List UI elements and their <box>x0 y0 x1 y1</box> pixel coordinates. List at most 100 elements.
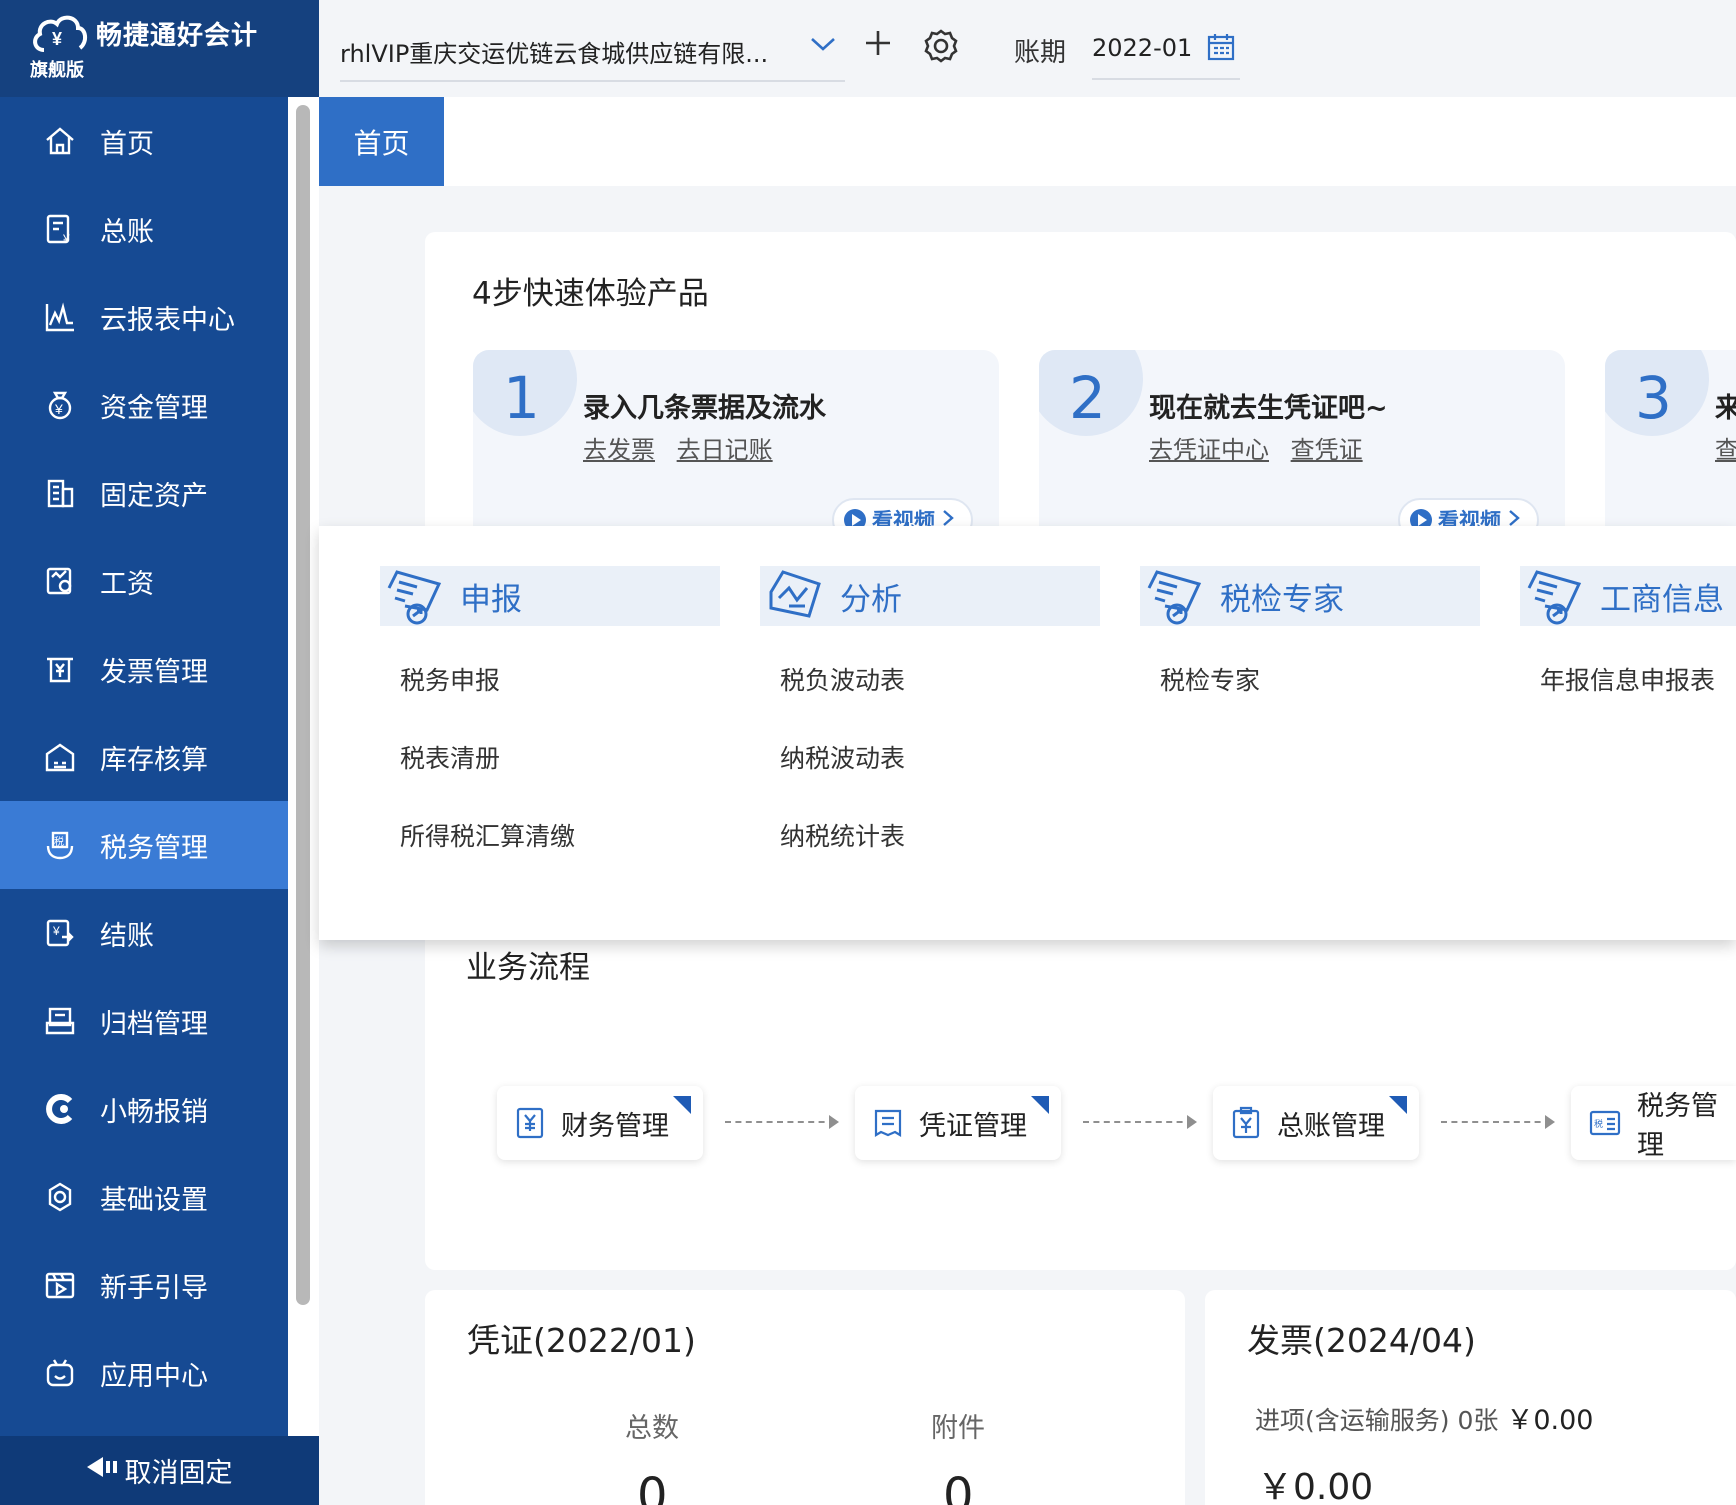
tax-check-icon <box>1140 566 1210 626</box>
sidebar-item-closing[interactable]: ¥ 结账 <box>0 889 288 977</box>
menu-item-annual-report[interactable]: 年报信息申报表 <box>1520 640 1736 718</box>
voucher-total-value[interactable]: 0 <box>637 1468 668 1505</box>
go-journal-link[interactable]: 去日记账 <box>677 436 773 464</box>
settings-icon <box>42 1179 78 1215</box>
menu-item-income-tax-settlement[interactable]: 所得税汇算清缴 <box>380 796 720 874</box>
step-number: 3 <box>1635 364 1672 432</box>
guide-icon <box>42 1267 78 1303</box>
warehouse-icon <box>42 739 78 775</box>
svg-text:¥: ¥ <box>52 29 62 49</box>
app-edition: 旗舰版 <box>30 60 84 81</box>
sidebar-item-reports[interactable]: 云报表中心 <box>0 273 288 361</box>
sidebar-item-label: 总账 <box>100 216 154 248</box>
tab-bar: 首页 <box>319 97 1736 186</box>
svg-text:税: 税 <box>54 835 64 848</box>
money-bag-icon: ¥ <box>42 387 78 423</box>
sidebar-scrollbar-thumb[interactable] <box>296 105 310 1305</box>
menu-item-tax-burden-fluctuation[interactable]: 税负波动表 <box>760 640 1100 718</box>
sidebar-item-funds[interactable]: ¥ 资金管理 <box>0 361 288 449</box>
flow-arrow <box>725 1115 839 1129</box>
step-card-3: 3 来 查 <box>1605 350 1736 550</box>
menu-item-tax-declaration[interactable]: 税务申报 <box>380 640 720 718</box>
invoice-input-label: 进项(含运输服务) 0张 <box>1255 1406 1499 1435</box>
app-logo[interactable]: ¥ 畅捷通好会计 旗舰版 <box>0 0 319 97</box>
sidebar-item-label: 云报表中心 <box>100 304 235 336</box>
step-links: 查 <box>1715 430 1736 465</box>
step-links: 去发票 去日记账 <box>583 430 787 465</box>
sidebar-item-archive[interactable]: 归档管理 <box>0 977 288 1065</box>
voucher-icon <box>873 1106 903 1140</box>
sidebar-item-app-center[interactable]: 应用中心 <box>0 1329 288 1417</box>
invoice-card-title: 发票(2024/04) <box>1247 1321 1476 1360</box>
flow-node-tax[interactable]: 税 税务管理 <box>1571 1086 1736 1160</box>
chart-icon <box>42 299 78 335</box>
sidebar: ¥ 畅捷通好会计 旗舰版 首页 ¥ 总账 云报表中心 ¥ 资金管理 固定资产 工 <box>0 0 319 1505</box>
flow-arrow <box>1441 1115 1555 1129</box>
voucher-attachments-value[interactable]: 0 <box>943 1468 974 1505</box>
svg-text:¥: ¥ <box>54 401 63 417</box>
analysis-icon <box>760 566 830 626</box>
salary-icon <box>42 563 78 599</box>
cloud-logo-icon: ¥ <box>30 12 88 54</box>
step-card-2: 2 现在就去生凭证吧~ 去凭证中心 查凭证 看视频 <box>1039 350 1565 550</box>
flow-node-finance[interactable]: 财务管理 <box>497 1086 703 1160</box>
sidebar-item-tax[interactable]: 税 税务管理 <box>0 801 288 889</box>
go-invoice-link[interactable]: 去发票 <box>583 436 655 464</box>
tax-icon: 税 <box>42 827 78 863</box>
svg-text:税: 税 <box>1594 1118 1603 1129</box>
sidebar-item-inventory[interactable]: 库存核算 <box>0 713 288 801</box>
sidebar-nav: 首页 ¥ 总账 云报表中心 ¥ 资金管理 固定资产 工资 发票管理 库存核算 税… <box>0 97 288 1417</box>
invoice-input-line: 进项(含运输服务) 0张 ￥0.00 <box>1255 1398 1593 1437</box>
period-picker[interactable]: 2022-01 <box>1092 28 1240 80</box>
company-selector[interactable]: rhlVIP重庆交运优链云食城供应链有限... <box>340 28 845 82</box>
sidebar-item-label: 固定资产 <box>100 480 208 512</box>
flow-title: 业务流程 <box>466 950 590 986</box>
corner-flag-icon <box>1031 1096 1049 1114</box>
menu-column-title: 分析 <box>840 581 902 618</box>
app-name: 畅捷通好会计 <box>96 20 259 51</box>
menu-item-tax-forms-list[interactable]: 税表清册 <box>380 718 720 796</box>
sidebar-item-invoices[interactable]: 发票管理 <box>0 625 288 713</box>
flow-node-label: 财务管理 <box>561 1110 669 1142</box>
period-value: 2022-01 <box>1092 34 1193 62</box>
flow-node-label: 税务管理 <box>1637 1091 1718 1160</box>
step-title: 来 <box>1715 393 1736 424</box>
pin-arrow-icon <box>86 1455 121 1486</box>
ledger-icon <box>1231 1106 1261 1140</box>
view-voucher-link[interactable]: 查凭证 <box>1291 436 1363 464</box>
step-link[interactable]: 查 <box>1715 436 1736 464</box>
flow-node-ledger[interactable]: 总账管理 <box>1213 1086 1419 1160</box>
add-icon[interactable] <box>863 26 893 67</box>
menu-item-tax-statistics[interactable]: 纳税统计表 <box>760 796 1100 874</box>
period-label: 账期 <box>1014 38 1067 68</box>
sidebar-item-label: 新手引导 <box>100 1272 208 1304</box>
gear-icon[interactable] <box>923 28 959 68</box>
chevron-down-icon <box>809 32 837 60</box>
tab-home[interactable]: 首页 <box>319 97 444 186</box>
flow-arrow <box>1083 1115 1197 1129</box>
sidebar-item-label: 库存核算 <box>100 744 208 776</box>
sidebar-item-label: 应用中心 <box>100 1360 208 1392</box>
sidebar-item-home[interactable]: 首页 <box>0 97 288 185</box>
sidebar-item-salary[interactable]: 工资 <box>0 537 288 625</box>
sidebar-scrollbar[interactable] <box>288 97 319 1436</box>
declare-doc-icon <box>380 566 450 626</box>
invoice-total-amount: ￥0.00 <box>1257 1467 1374 1505</box>
flow-node-label: 凭证管理 <box>919 1110 1027 1142</box>
menu-item-tax-payment-fluctuation[interactable]: 纳税波动表 <box>760 718 1100 796</box>
sidebar-item-fixed-assets[interactable]: 固定资产 <box>0 449 288 537</box>
go-voucher-center-link[interactable]: 去凭证中心 <box>1149 436 1269 464</box>
sidebar-item-ledger[interactable]: ¥ 总账 <box>0 185 288 273</box>
sidebar-item-settings[interactable]: 基础设置 <box>0 1153 288 1241</box>
unpin-button[interactable]: 取消固定 <box>0 1436 319 1505</box>
flow-node-voucher[interactable]: 凭证管理 <box>855 1086 1061 1160</box>
voucher-card-title: 凭证(2022/01) <box>467 1321 696 1360</box>
invoice-icon <box>42 651 78 687</box>
menu-item-tax-expert[interactable]: 税检专家 <box>1140 640 1480 718</box>
building-icon <box>42 475 78 511</box>
menu-column-business-info: 工商信息 年报信息申报表 <box>1520 566 1736 718</box>
finance-icon <box>515 1106 545 1140</box>
corner-flag-icon <box>1389 1096 1407 1114</box>
sidebar-item-reimburse[interactable]: 小畅报销 <box>0 1065 288 1153</box>
sidebar-item-guide[interactable]: 新手引导 <box>0 1241 288 1329</box>
